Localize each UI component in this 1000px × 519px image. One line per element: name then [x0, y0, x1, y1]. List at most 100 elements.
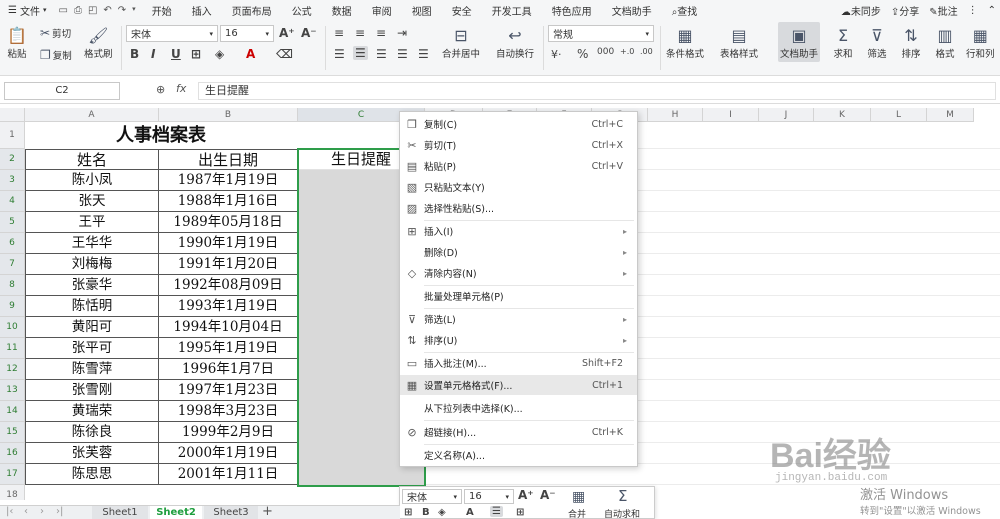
cell-birthdate[interactable]: 1987年1月19日: [159, 170, 298, 191]
menu-item-clear[interactable]: ◇ 清除内容(N) ▸: [400, 263, 637, 283]
row-header-12[interactable]: 12: [0, 359, 25, 380]
save-icon[interactable]: ▭: [58, 5, 67, 16]
tab-4[interactable]: 数据: [322, 3, 362, 18]
cell-name[interactable]: 陈雪萍: [25, 359, 159, 380]
menu-item-copy[interactable]: ❐ 复制(C) Ctrl+C: [400, 114, 637, 134]
cell-name[interactable]: 张平可: [25, 338, 159, 359]
tab-5[interactable]: 审阅: [362, 3, 402, 18]
italic-icon[interactable]: I: [151, 47, 155, 61]
menu-item-hyperlink[interactable]: ⊘ 超链接(H)... Ctrl+K: [400, 422, 637, 442]
zoom-icon[interactable]: ⊕: [156, 83, 165, 96]
copy-button[interactable]: ❐ 复制: [40, 48, 72, 62]
font-shrink-icon[interactable]: A⁻: [540, 488, 556, 502]
align-center-icon[interactable]: ☰: [490, 506, 503, 517]
align-center-icon[interactable]: ☰: [353, 46, 368, 60]
sigma-icon[interactable]: Σ: [618, 487, 627, 505]
row-header-16[interactable]: 16: [0, 443, 25, 464]
row-header-15[interactable]: 15: [0, 422, 25, 443]
cell-name[interactable]: 陈小凤: [25, 170, 159, 191]
cell-name[interactable]: 黄阳可: [25, 317, 159, 338]
cut-button[interactable]: ✂ 剪切: [40, 26, 71, 40]
font-grow-icon[interactable]: A⁺: [518, 488, 534, 502]
redo-icon[interactable]: ↷: [118, 5, 126, 16]
cell-birthdate[interactable]: 1994年10月04日: [159, 317, 298, 338]
row-header-4[interactable]: 4: [0, 191, 25, 212]
formula-input[interactable]: 生日提醒: [198, 82, 996, 100]
table-style-button[interactable]: ▤ 表格样式: [720, 24, 758, 61]
prev-sheet-icon[interactable]: ‹: [24, 506, 28, 517]
percent-icon[interactable]: %: [577, 47, 588, 61]
conditional-format-button[interactable]: ▦ 条件格式: [666, 24, 704, 61]
add-sheet-button[interactable]: +: [262, 504, 273, 519]
cell-name[interactable]: 张芙蓉: [25, 443, 159, 464]
customize-icon[interactable]: ▾: [132, 5, 136, 16]
cell-birthdate[interactable]: 2000年1月19日: [159, 443, 298, 464]
row-header-13[interactable]: 13: [0, 380, 25, 401]
row-header-5[interactable]: 5: [0, 212, 25, 233]
column-header-b[interactable]: B: [159, 108, 298, 122]
font-color-icon[interactable]: A: [466, 507, 474, 518]
decrease-decimal-icon[interactable]: .00: [640, 47, 653, 56]
cell-name[interactable]: 王平: [25, 212, 159, 233]
cell-name[interactable]: 陈徐良: [25, 422, 159, 443]
row-header-7[interactable]: 7: [0, 254, 25, 275]
share-button[interactable]: ⇪分享: [891, 3, 919, 18]
preview-icon[interactable]: ◰: [88, 5, 97, 16]
menu-item-cut[interactable]: ✂ 剪切(T) Ctrl+X: [400, 135, 637, 155]
sync-button[interactable]: ☁未同步: [841, 3, 881, 18]
column-header-k[interactable]: K: [814, 108, 871, 122]
sort-button[interactable]: ⇅ 排序: [900, 24, 922, 61]
column-header-h[interactable]: H: [648, 108, 703, 122]
cell-birthdate[interactable]: 2001年1月11日: [159, 464, 298, 485]
tab-6[interactable]: 视图: [402, 3, 442, 18]
tab-10[interactable]: 文档助手: [602, 3, 662, 18]
border-grid-icon[interactable]: ⊞: [516, 507, 524, 518]
sheet-tab-2[interactable]: Sheet2: [150, 506, 202, 519]
underline-icon[interactable]: U: [171, 47, 181, 61]
format-painter-button[interactable]: 🖌 格式刷: [84, 24, 113, 61]
fx-icon[interactable]: fx: [176, 82, 186, 95]
bold-icon[interactable]: B: [130, 47, 139, 61]
menu-item-define-name[interactable]: 定义名称(A)...: [400, 445, 637, 465]
undo-icon[interactable]: ↶: [103, 5, 111, 16]
first-sheet-icon[interactable]: |‹: [6, 506, 13, 517]
row-header-14[interactable]: 14: [0, 401, 25, 422]
header-cell-birthdate[interactable]: 出生日期: [159, 149, 298, 170]
filter-button[interactable]: ⊽ 筛选: [866, 24, 888, 61]
tab-8[interactable]: 开发工具: [482, 3, 542, 18]
next-sheet-icon[interactable]: ›: [40, 506, 44, 517]
tab-7[interactable]: 安全: [442, 3, 482, 18]
align-bottom-icon[interactable]: ≡: [376, 26, 386, 40]
border-icon[interactable]: ⊞: [404, 507, 412, 518]
file-menu[interactable]: ☰ 文件 ▾: [0, 3, 52, 18]
increase-decimal-icon[interactable]: +.0: [620, 47, 634, 56]
name-box[interactable]: C2: [4, 82, 120, 100]
cell-name[interactable]: 王华华: [25, 233, 159, 254]
search-button[interactable]: ⌕查找: [662, 3, 708, 18]
row-header-10[interactable]: 10: [0, 317, 25, 338]
column-header-m[interactable]: M: [927, 108, 974, 122]
cell-birthdate[interactable]: 1992年08月09日: [159, 275, 298, 296]
clear-format-icon[interactable]: ⌫: [276, 47, 293, 61]
row-header-8[interactable]: 8: [0, 275, 25, 296]
cell-birthdate[interactable]: 1993年1月19日: [159, 296, 298, 317]
font-size-select[interactable]: 16 ▾: [220, 25, 274, 42]
cell-birthdate[interactable]: 1989年05月18日: [159, 212, 298, 233]
indent-icon[interactable]: ⇥: [397, 26, 407, 40]
menu-item-comment[interactable]: ▭ 插入批注(M)... Shift+F2: [400, 353, 637, 373]
autosum-button[interactable]: 自动求和: [604, 507, 640, 519]
paste-button[interactable]: 📋 粘贴: [6, 24, 28, 61]
wrap-text-button[interactable]: ↩ 自动换行: [496, 24, 534, 61]
sheet-tab-1[interactable]: Sheet1: [92, 506, 148, 519]
header-cell-name[interactable]: 姓名: [25, 149, 159, 170]
column-header-i[interactable]: I: [703, 108, 759, 122]
merge-center-button[interactable]: ⊟ 合并居中: [442, 24, 480, 61]
menu-item-dropdown-pick[interactable]: 从下拉列表中选择(K)...: [400, 398, 637, 418]
cell-name[interactable]: 黄瑞荣: [25, 401, 159, 422]
row-header-2[interactable]: 2: [0, 149, 25, 170]
cell-birthdate[interactable]: 1988年1月16日: [159, 191, 298, 212]
row-col-button[interactable]: ▦ 行和列: [966, 24, 995, 61]
tab-0[interactable]: 开始: [142, 3, 182, 18]
align-top-icon[interactable]: ≡: [334, 26, 344, 40]
collapse-icon[interactable]: ⌃: [988, 5, 996, 16]
